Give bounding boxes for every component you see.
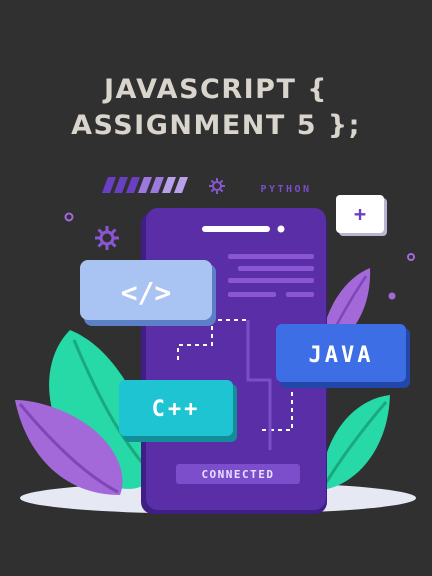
teal-leaf-right <box>320 395 390 490</box>
python-label: PYTHON <box>260 184 311 195</box>
striped-progress-bar <box>102 177 188 193</box>
java-label: JAVA <box>309 343 374 368</box>
cpp-label: C++ <box>152 397 201 422</box>
cpp-card: C++ <box>119 380 237 442</box>
phone-camera <box>277 225 285 233</box>
connected-label: CONNECTED <box>201 468 274 481</box>
html-tag-card: </> <box>80 260 216 326</box>
cover-page: JAVASCRIPT { ASSIGNMENT 5 }; CONNECTED <… <box>0 0 432 576</box>
plus-card: + <box>336 195 387 236</box>
gear-icon <box>209 178 225 194</box>
cog-icon <box>95 226 119 250</box>
html-tag-label: </> <box>121 276 172 309</box>
plus-icon: + <box>354 202 366 226</box>
java-card: JAVA <box>276 324 410 388</box>
illustration: CONNECTED </> JAVA C++ + PYTHON <box>15 177 416 514</box>
phone-speaker <box>202 226 270 232</box>
